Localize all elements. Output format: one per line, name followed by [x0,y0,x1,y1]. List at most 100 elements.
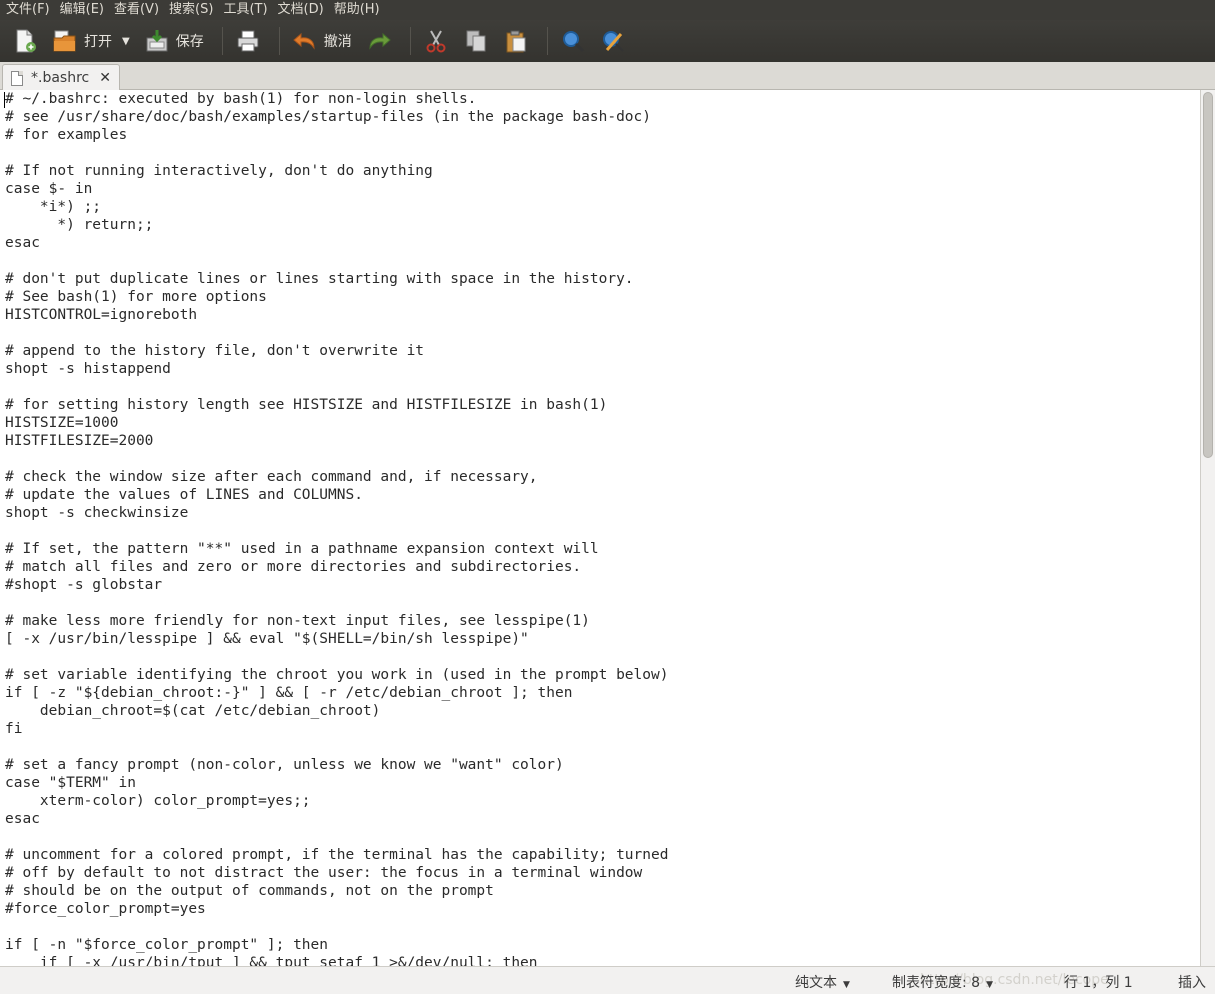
code-area[interactable]: # ~/.bashrc: executed by bash(1) for non… [5,90,1195,966]
copy-button[interactable] [459,24,493,58]
tab-width-dropdown-icon: ▼ [986,980,993,990]
code-line: HISTCONTROL=ignoreboth [5,307,198,323]
open-button[interactable]: 打开 [48,24,116,58]
code-line: fi [5,721,23,737]
find-button[interactable] [556,24,590,58]
code-line: # make less more friendly for non-text i… [5,613,590,629]
cut-button[interactable] [419,24,453,58]
new-document-icon [12,28,38,54]
code-line: [ -x /usr/bin/lesspipe ] && eval "$(SHEL… [5,631,529,647]
text-editor[interactable]: # ~/.bashrc: executed by bash(1) for non… [0,90,1200,966]
scrollbar-thumb[interactable] [1203,92,1213,458]
code-line: *i*) ;; [5,199,102,215]
code-line: *) return;; [5,217,154,233]
code-line: # append to the history file, don't over… [5,343,425,359]
new-button[interactable] [8,24,42,58]
undo-button[interactable]: 撤消 [288,24,356,58]
code-line: esac [5,811,40,827]
cursor-position: 行 1，列 1 [1064,975,1133,991]
code-line: if [ -x /usr/bin/tput ] && tput setaf 1 … [5,955,538,966]
code-line: HISTFILESIZE=2000 [5,433,154,449]
code-line: if [ -z "${debian_chroot:-}" ] && [ -r /… [5,685,573,701]
code-line: # match all files and zero or more direc… [5,559,582,575]
save-label: 保存 [175,34,204,50]
menu-help[interactable]: 帮助(H) [334,0,380,20]
toolbar-separator [278,27,280,55]
menu-search[interactable]: 搜索(S) [169,0,213,20]
code-line: # If not running interactively, don't do… [5,163,433,179]
find-replace-icon [600,28,626,54]
code-line: # don't put duplicate lines or lines sta… [5,271,634,287]
scissors-icon [423,28,449,54]
code-line: # set variable identifying the chroot yo… [5,667,669,683]
code-line: # for setting history length see HISTSIZ… [5,397,608,413]
magnifier-icon [560,28,586,54]
code-line: # ~/.bashrc: executed by bash(1) for non… [5,91,477,107]
insert-mode: 插入 [1178,975,1206,991]
code-line: # uncomment for a colored prompt, if the… [5,847,669,863]
tab-close-icon[interactable]: ✕ [99,70,111,86]
redo-arrow-icon [366,28,392,54]
code-line: # set a fancy prompt (non-color, unless … [5,757,564,773]
menubar: 文件(F) 编辑(E) 查看(V) 搜索(S) 工具(T) 文档(D) 帮助(H… [0,0,1215,20]
code-line: if [ -n "$force_color_prompt" ]; then [5,937,329,953]
code-line: esac [5,235,40,251]
code-line: # See bash(1) for more options [5,289,267,305]
code-line: # see /usr/share/doc/bash/examples/start… [5,109,652,125]
menu-tools[interactable]: 工具(T) [223,0,267,20]
open-recent-dropdown-icon[interactable]: ▼ [122,36,130,47]
code-line: shopt -s histappend [5,361,171,377]
code-line: # update the values of LINES and COLUMNS… [5,487,363,503]
tab-bashrc[interactable]: *.bashrc ✕ [2,64,120,91]
syntax-selector[interactable]: 纯文本 ▼ [795,972,850,992]
text-document-icon [11,70,23,86]
toolbar-separator [546,27,548,55]
replace-button[interactable] [596,24,630,58]
code-line: # If set, the pattern "**" used in a pat… [5,541,599,557]
code-line: debian_chroot=$(cat /etc/debian_chroot) [5,703,381,719]
syntax-label: 纯文本 [795,975,837,991]
clipboard-icon [503,28,529,54]
menu-documents[interactable]: 文档(D) [278,0,324,20]
document-tabbar: *.bashrc ✕ [0,62,1215,91]
undo-arrow-icon [292,28,318,54]
vertical-scrollbar[interactable] [1200,90,1215,966]
tab-title: *.bashrc [31,70,90,86]
menu-view[interactable]: 查看(V) [114,0,159,20]
printer-icon [235,28,261,54]
code-line: case $- in [5,181,93,197]
menu-file[interactable]: 文件(F) [6,0,50,20]
save-button[interactable]: 保存 [140,24,208,58]
code-line: xterm-color) color_prompt=yes;; [5,793,311,809]
code-line: #shopt -s globstar [5,577,163,593]
code-line: # for examples [5,127,128,143]
code-line: case "$TERM" in [5,775,136,791]
code-line: # check the window size after each comma… [5,469,538,485]
syntax-dropdown-icon: ▼ [843,980,850,990]
open-label: 打开 [84,34,112,50]
code-line: HISTSIZE=1000 [5,415,119,431]
menu-edit[interactable]: 编辑(E) [60,0,104,20]
toolbar-separator [409,27,411,55]
toolbar-separator [221,27,223,55]
code-line: # should be on the output of commands, n… [5,883,494,899]
undo-label: 撤消 [323,34,352,50]
tab-width-label: 制表符宽度: 8 [892,975,981,991]
copy-icon [463,28,489,54]
tab-width-selector[interactable]: 制表符宽度: 8 ▼ [892,972,993,992]
paste-button[interactable] [499,24,533,58]
redo-button[interactable] [362,24,396,58]
print-button[interactable] [231,24,265,58]
code-line: shopt -s checkwinsize [5,505,189,521]
statusbar: http://blog.csdn.net/lecope 纯文本 ▼ 制表符宽度: … [0,966,1215,994]
